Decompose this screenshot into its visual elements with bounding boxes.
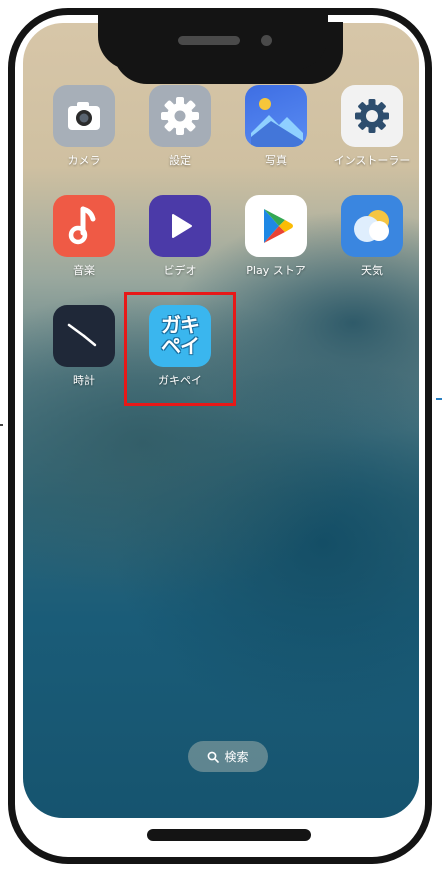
highlight-box xyxy=(124,292,236,406)
weather-icon xyxy=(341,195,403,257)
app-settings[interactable]: 設定 xyxy=(132,85,228,168)
app-label: Play ストア xyxy=(246,264,306,277)
edge-mark xyxy=(0,424,3,426)
app-label: 音楽 xyxy=(73,264,95,277)
search-button[interactable]: 検索 xyxy=(188,741,268,772)
installer-gear-icon xyxy=(341,85,403,147)
app-label: カメラ xyxy=(67,154,101,167)
play-icon xyxy=(149,195,211,257)
search-label: 検索 xyxy=(224,750,249,764)
gear-icon xyxy=(149,85,211,147)
app-photos[interactable]: 写真 xyxy=(228,85,324,168)
photo-icon xyxy=(245,85,307,147)
home-screen: カメラ 設定 写真 インストーラー 音楽 ビデオ Play ストア 天気 時計 … xyxy=(23,23,419,818)
music-note-icon xyxy=(53,195,115,257)
app-label: 写真 xyxy=(265,154,287,167)
search-icon xyxy=(208,751,220,763)
app-weather[interactable]: 天気 xyxy=(324,195,419,278)
app-video[interactable]: ビデオ xyxy=(132,195,228,278)
clock-icon xyxy=(53,305,115,367)
app-camera[interactable]: カメラ xyxy=(36,85,132,168)
notch-overlay xyxy=(98,8,328,70)
play-store-icon xyxy=(245,195,307,257)
app-installer[interactable]: インストーラー xyxy=(324,85,419,168)
app-label: ビデオ xyxy=(163,264,197,277)
app-music[interactable]: 音楽 xyxy=(36,195,132,278)
home-indicator[interactable] xyxy=(147,829,311,841)
front-camera xyxy=(261,35,272,46)
app-label: 天気 xyxy=(361,264,383,277)
app-label: インストーラー xyxy=(333,154,411,167)
app-label: 時計 xyxy=(73,374,95,387)
edge-mark xyxy=(436,398,442,400)
speaker-grille xyxy=(178,36,240,45)
app-play-store[interactable]: Play ストア xyxy=(228,195,324,278)
app-clock[interactable]: 時計 xyxy=(36,305,132,388)
camera-icon xyxy=(53,85,115,147)
app-label: 設定 xyxy=(169,154,191,167)
